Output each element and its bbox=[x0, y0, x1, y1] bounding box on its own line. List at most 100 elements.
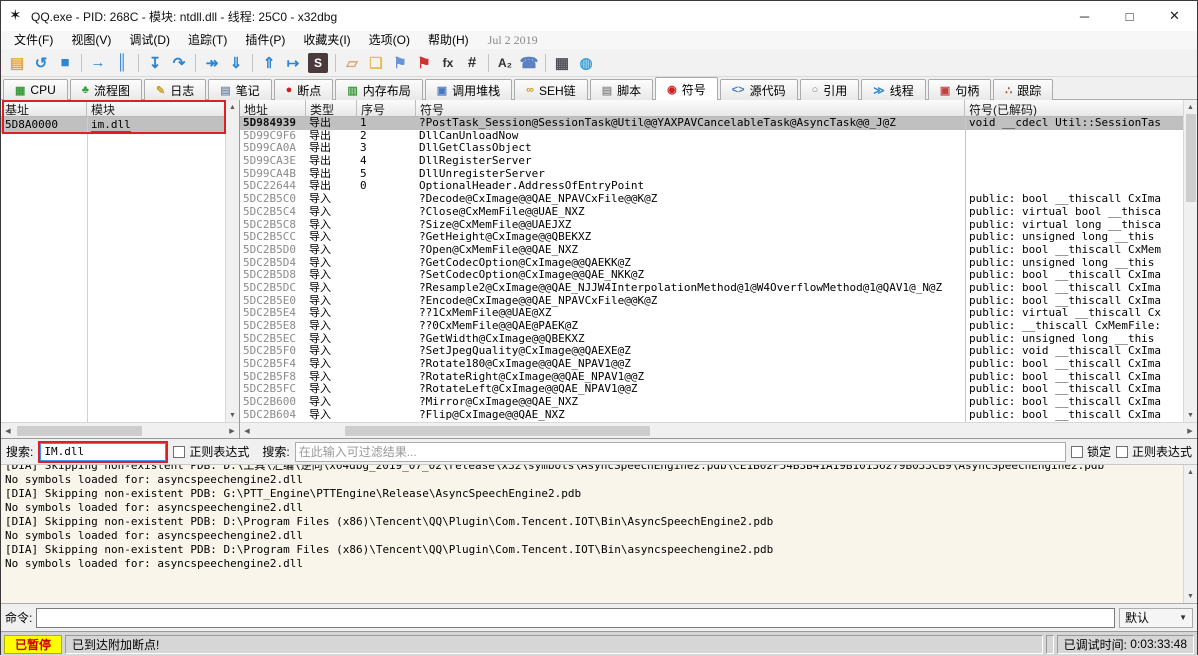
tab-threads[interactable]: ≫ 线程 bbox=[861, 79, 926, 100]
function-fx-icon[interactable]: fx bbox=[436, 52, 460, 74]
symbol-row[interactable]: 5DC2B5EC 导入 ?GetWidth@CxImage@@QBEKXZ pu… bbox=[240, 333, 1183, 346]
symbol-row[interactable]: 5D984939 导出 1 ?PostTask_Session@SessionT… bbox=[240, 117, 1183, 130]
symbol-row[interactable]: 5DC2B5C0 导入 ?Decode@CxImage@@QAE_NPAVCxF… bbox=[240, 193, 1183, 206]
scroll-left-icon[interactable]: ◀ bbox=[1, 424, 15, 438]
comment-icon[interactable]: ❑ bbox=[364, 52, 388, 74]
menu-item[interactable]: 追踪(T) bbox=[179, 31, 236, 49]
sep[interactable] bbox=[252, 54, 253, 72]
symbol-row[interactable]: 5DC2B5F8 导入 ?RotateRight@CxImage@@QAE_NP… bbox=[240, 371, 1183, 384]
command-input[interactable] bbox=[36, 608, 1115, 628]
symbol-row[interactable]: 5DC2B5D0 导入 ?Open@CxMemFile@@QAE_NXZ pub… bbox=[240, 244, 1183, 257]
sep[interactable] bbox=[138, 54, 139, 72]
sep[interactable] bbox=[335, 54, 336, 72]
tab-call-stack[interactable]: ▣ 调用堆栈 bbox=[425, 79, 512, 100]
module-search-input[interactable] bbox=[40, 443, 166, 461]
scroll-down-icon[interactable]: ▼ bbox=[1184, 589, 1198, 603]
scroll-left-icon[interactable]: ◀ bbox=[240, 424, 254, 438]
menu-item[interactable]: 帮助(H) bbox=[419, 31, 478, 49]
tab-references[interactable]: ○ 引用 bbox=[800, 79, 860, 100]
symbol-row[interactable]: 5DC2B5E8 导入 ??0CxMemFile@@QAE@PAEK@Z pub… bbox=[240, 320, 1183, 333]
regex2-checkbox[interactable] bbox=[1116, 446, 1128, 458]
phone-icon[interactable]: ☎ bbox=[517, 52, 541, 74]
symbol-row[interactable]: 5DC2B5D4 导入 ?GetCodecOption@CxImage@@QAE… bbox=[240, 257, 1183, 270]
tab-seh-chain[interactable]: ∞ SEH链 bbox=[514, 79, 588, 100]
scrollbar-thumb[interactable] bbox=[345, 426, 650, 436]
symbol-row[interactable]: 5DC2B5FC 导入 ?RotateLeft@CxImage@@QAE_NPA… bbox=[240, 383, 1183, 396]
modules-horizontal-scrollbar[interactable]: ◀ ▶ bbox=[1, 422, 239, 438]
log-vertical-scrollbar[interactable]: ▲ ▼ bbox=[1183, 465, 1197, 603]
symbol-row[interactable]: 5DC2B5D8 导入 ?SetCodecOption@CxImage@@QAE… bbox=[240, 269, 1183, 282]
menu-item[interactable]: 视图(V) bbox=[62, 31, 120, 49]
symbol-row[interactable]: 5D99CA4B 导出 5 DllUnregisterServer bbox=[240, 168, 1183, 181]
symbol-row[interactable]: 5DC2B5F0 导入 ?SetJpegQuality@CxImage@@QAE… bbox=[240, 345, 1183, 358]
scrollbar-thumb[interactable] bbox=[1186, 114, 1196, 202]
symbol-filter-input[interactable] bbox=[295, 442, 1066, 462]
lock-checkbox[interactable] bbox=[1071, 446, 1083, 458]
tab-log[interactable]: ✎ 日志 bbox=[144, 79, 206, 100]
menu-item[interactable]: 插件(P) bbox=[236, 31, 294, 49]
restart-icon[interactable]: ↺ bbox=[29, 52, 53, 74]
scroll-up-icon[interactable]: ▲ bbox=[1184, 465, 1198, 479]
execute-till-return-icon[interactable]: ⇑ bbox=[257, 52, 281, 74]
symbol-row[interactable]: 5DC2B5CC 导入 ?GetHeight@CxImage@@QBEKXZ p… bbox=[240, 231, 1183, 244]
step-into-icon[interactable]: ↧ bbox=[143, 52, 167, 74]
symbols-horizontal-scrollbar[interactable]: ◀ ▶ bbox=[240, 422, 1197, 438]
scroll-down-icon[interactable]: ▼ bbox=[226, 408, 240, 422]
scroll-up-icon[interactable]: ▲ bbox=[226, 100, 240, 114]
menu-item[interactable]: 收藏夹(I) bbox=[294, 31, 359, 49]
tab-handles[interactable]: ▣ 句柄 bbox=[928, 79, 991, 100]
symbol-row[interactable]: 5DC2B5C4 导入 ?Close@CxMemFile@@UAE_NXZ pu… bbox=[240, 206, 1183, 219]
step-over-icon[interactable]: ↷ bbox=[167, 52, 191, 74]
script-s-icon[interactable]: S bbox=[308, 53, 328, 73]
menu-item[interactable]: 文件(F) bbox=[5, 31, 62, 49]
symbol-row[interactable]: 5D99C9F6 导出 2 DllCanUnloadNow bbox=[240, 130, 1183, 143]
menu-item[interactable]: 调试(D) bbox=[120, 31, 179, 49]
minimize-button[interactable]: ─ bbox=[1062, 1, 1107, 31]
sep[interactable] bbox=[195, 54, 196, 72]
tab-symbols[interactable]: ◉ 符号 bbox=[655, 77, 718, 100]
tab-graph[interactable]: ♣ 流程图 bbox=[70, 79, 142, 100]
run-to-selection-icon[interactable]: ↠ bbox=[200, 52, 224, 74]
tab-memory-map[interactable]: ▥ 内存布局 bbox=[335, 79, 422, 100]
tab-script[interactable]: ▤ 脚本 bbox=[590, 79, 653, 100]
symbols-vertical-scrollbar[interactable]: ▲ ▼ bbox=[1183, 100, 1197, 422]
symbol-row[interactable]: 5DC2B5F4 导入 ?Rotate180@CxImage@@QAE_NPAV… bbox=[240, 358, 1183, 371]
bookmark-icon[interactable]: ⚑ bbox=[412, 52, 436, 74]
module-row[interactable]: 5D8A0000 im.dll bbox=[1, 117, 225, 133]
tab-notes[interactable]: ▤ 笔记 bbox=[208, 79, 271, 100]
globe-icon[interactable]: ◍ bbox=[574, 52, 598, 74]
scroll-right-icon[interactable]: ▶ bbox=[225, 424, 239, 438]
scroll-right-icon[interactable]: ▶ bbox=[1183, 424, 1197, 438]
close-button[interactable]: ✕ bbox=[1152, 1, 1197, 31]
run-icon[interactable]: → bbox=[86, 52, 110, 74]
tab-breakpoints[interactable]: ● 断点 bbox=[274, 79, 334, 100]
sep[interactable] bbox=[81, 54, 82, 72]
symbol-row[interactable]: 5DC2B5C8 导入 ?Size@CxMemFile@@UAEJXZ publ… bbox=[240, 219, 1183, 232]
menu-item[interactable]: 选项(O) bbox=[360, 31, 419, 49]
symbol-row[interactable]: 5DC2B604 导入 ?Flip@CxImage@@QAE_NXZ publi… bbox=[240, 409, 1183, 422]
font-a2-icon[interactable]: A₂ bbox=[493, 52, 517, 74]
hash-icon[interactable]: # bbox=[460, 52, 484, 74]
symbol-row[interactable]: 5DC2B5E4 导入 ??1CxMemFile@@UAE@XZ public:… bbox=[240, 307, 1183, 320]
scroll-up-icon[interactable]: ▲ bbox=[1184, 100, 1198, 114]
regex-checkbox[interactable] bbox=[173, 446, 185, 458]
run-to-user-code-icon[interactable]: ↦ bbox=[281, 52, 305, 74]
scrollbar-thumb[interactable] bbox=[17, 426, 142, 436]
command-profile-select[interactable]: 默认 ▼ bbox=[1119, 608, 1193, 628]
symbol-row[interactable]: 5DC2B5DC 导入 ?Resample2@CxImage@@QAE_NJJW… bbox=[240, 282, 1183, 295]
symbol-row[interactable]: 5D99CA3E 导出 4 DllRegisterServer bbox=[240, 155, 1183, 168]
step-down-icon[interactable]: ⇓ bbox=[224, 52, 248, 74]
patch-icon[interactable]: ▱ bbox=[340, 52, 364, 74]
modules-vertical-scrollbar[interactable]: ▲ ▼ bbox=[225, 100, 239, 422]
sep[interactable] bbox=[545, 54, 546, 72]
tab-source[interactable]: <> 源代码 bbox=[720, 79, 798, 100]
scroll-down-icon[interactable]: ▼ bbox=[1184, 408, 1198, 422]
calculator-icon[interactable]: ▦ bbox=[550, 52, 574, 74]
sep[interactable] bbox=[488, 54, 489, 72]
open-file-icon[interactable]: ▤ bbox=[5, 52, 29, 74]
symbol-row[interactable]: 5DC22644 导出 0 OptionalHeader.AddressOfEn… bbox=[240, 180, 1183, 193]
pause-icon[interactable]: ║ bbox=[110, 52, 134, 74]
symbol-row[interactable]: 5D99CA0A 导出 3 DllGetClassObject bbox=[240, 142, 1183, 155]
label-icon[interactable]: ⚑ bbox=[388, 52, 412, 74]
symbol-row[interactable]: 5DC2B5E0 导入 ?Encode@CxImage@@QAE_NPAVCxF… bbox=[240, 295, 1183, 308]
